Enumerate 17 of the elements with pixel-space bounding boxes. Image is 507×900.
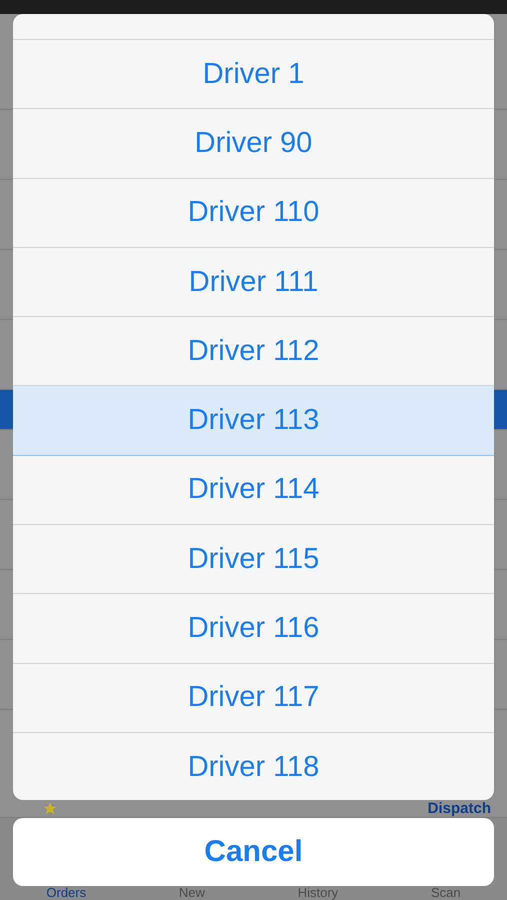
driver-option[interactable]: Driver 116: [13, 594, 494, 664]
driver-option[interactable]: Driver 110: [13, 178, 494, 248]
tab[interactable]: Scan: [430, 886, 461, 899]
tab[interactable]: History: [298, 886, 338, 899]
dispatch-link[interactable]: Dispatch: [428, 801, 491, 816]
cancel-button[interactable]: Cancel: [13, 818, 494, 886]
driver-option[interactable]: Driver 114: [13, 456, 494, 526]
driver-option[interactable]: Driver 1: [13, 40, 494, 110]
driver-option[interactable]: Driver 115: [13, 525, 494, 594]
driver-option[interactable]: Driver 118: [13, 732, 494, 800]
star-icon: [42, 801, 58, 816]
driver-option[interactable]: Driver 111: [13, 248, 494, 318]
driver-option[interactable]: Driver 113: [13, 386, 494, 456]
tab[interactable]: Orders: [46, 886, 86, 899]
driver-option[interactable]: Driver 90: [13, 109, 494, 179]
driver-option[interactable]: Driver 117: [13, 664, 494, 733]
tab[interactable]: New: [178, 886, 205, 899]
